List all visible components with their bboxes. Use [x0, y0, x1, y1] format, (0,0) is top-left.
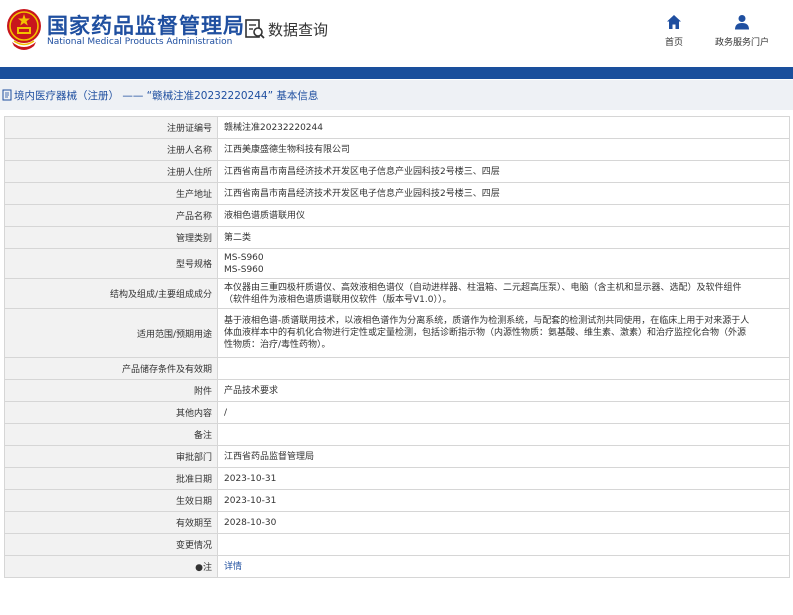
- field-value: 液相色谱质谱联用仪: [217, 204, 790, 227]
- field-value-line: 江西省南昌市南昌经济技术开发区电子信息产业园科技2号楼三、四层: [224, 166, 500, 177]
- field-label: 产品储存条件及有效期: [4, 357, 218, 380]
- field-value-line: 本仪器由三重四极杆质谱仪、高效液相色谱仪（自动进样器、柱温箱、二元超高压泵）、电…: [224, 282, 742, 293]
- field-label: 结构及组成/主要组成成分: [4, 278, 218, 309]
- field-value: [217, 533, 790, 556]
- nav-service-label: 政务服务门户: [714, 38, 769, 48]
- field-label: 审批部门: [4, 445, 218, 468]
- field-value-line: /: [224, 407, 228, 418]
- table-row: 审批部门 江西省药品监督管理局: [4, 445, 790, 468]
- table-row: ●注 详情: [4, 555, 790, 578]
- field-value-line: （软件组件为液相色谱质谱联用仪软件（版本号V1.0））。: [224, 294, 452, 305]
- field-value: [217, 423, 790, 446]
- field-label: 型号规格: [4, 248, 218, 279]
- field-value: 第二类: [217, 226, 790, 249]
- field-value-line: 江西省南昌市南昌经济技术开发区电子信息产业园科技2号楼三、四层: [224, 188, 500, 199]
- field-value: 江西省南昌市南昌经济技术开发区电子信息产业园科技2号楼三、四层: [217, 182, 790, 205]
- field-value-line: 第二类: [224, 232, 252, 243]
- table-row: 有效期至 2028-10-30: [4, 511, 790, 534]
- field-label: 管理类别: [4, 226, 218, 249]
- field-value: 详情: [217, 555, 790, 578]
- field-value: [217, 357, 790, 380]
- field-value: 江西省南昌市南昌经济技术开发区电子信息产业园科技2号楼三、四层: [217, 160, 790, 183]
- field-value-line: 液相色谱质谱联用仪: [224, 210, 306, 221]
- field-value: 江西美康盛德生物科技有限公司: [217, 138, 790, 161]
- data-query-link[interactable]: 数据查询: [244, 18, 328, 40]
- field-label: 生产地址: [4, 182, 218, 205]
- field-value-line: 2023-10-31: [224, 473, 277, 484]
- document-icon: [2, 89, 12, 101]
- nav-home[interactable]: 首页: [660, 14, 688, 48]
- field-value: 本仪器由三重四极杆质谱仪、高效液相色谱仪（自动进样器、柱温箱、二元超高压泵）、电…: [217, 278, 790, 309]
- breadcrumb: 境内医疗器械（注册） —— “赣械注准20232220244” 基本信息: [0, 80, 793, 110]
- field-label: 适用范围/预期用途: [4, 308, 218, 358]
- breadcrumb-text: 境内医疗器械（注册） —— “赣械注准20232220244” 基本信息: [14, 89, 319, 102]
- table-row: 产品储存条件及有效期: [4, 357, 790, 380]
- field-label: 附件: [4, 379, 218, 402]
- field-label: 其他内容: [4, 401, 218, 424]
- nav-service-portal[interactable]: 政务服务门户: [710, 14, 774, 48]
- field-value: /: [217, 401, 790, 424]
- field-value: 2023-10-31: [217, 489, 790, 512]
- field-value-line: 2028-10-30: [224, 517, 277, 528]
- national-emblem-icon: [7, 9, 41, 50]
- site-subtitle: National Medical Products Administration: [47, 37, 233, 47]
- table-row: 型号规格 MS-S960 MS-S960: [4, 248, 790, 279]
- field-value-line: 赣械注准20232220244: [224, 122, 323, 133]
- field-label: 注册人名称: [4, 138, 218, 161]
- table-row: 生产地址 江西省南昌市南昌经济技术开发区电子信息产业园科技2号楼三、四层: [4, 182, 790, 205]
- data-query-label: 数据查询: [268, 20, 329, 39]
- field-value-line: MS-S960: [224, 264, 264, 275]
- field-label: 变更情况: [4, 533, 218, 556]
- field-value-line: MS-S960: [224, 252, 264, 263]
- field-value: 2028-10-30: [217, 511, 790, 534]
- field-label: ●注: [4, 555, 218, 578]
- field-label: 注册证编号: [4, 116, 218, 139]
- table-row: 批准日期 2023-10-31: [4, 467, 790, 490]
- nav-home-label: 首页: [664, 38, 683, 48]
- table-row: 管理类别 第二类: [4, 226, 790, 249]
- field-value: 江西省药品监督管理局: [217, 445, 790, 468]
- field-value-line: 产品技术要求: [224, 385, 279, 396]
- field-value-line: 体血液样本中的有机化合物进行定性或定量检测，包括诊断指示物（内源性物质：氨基酸、…: [224, 328, 747, 338]
- field-value-line: 2023-10-31: [224, 495, 277, 506]
- table-row: 结构及组成/主要组成成分 本仪器由三重四极杆质谱仪、高效液相色谱仪（自动进样器、柱…: [4, 278, 790, 309]
- details-link[interactable]: 详情: [224, 561, 783, 573]
- field-value-line: 基于液相色谱-质谱联用技术，以液相色谱作为分离系统，质谱作为检测系统，与配套的检…: [224, 316, 750, 326]
- site-header: 国家药品监督管理局 National Medical Products Admi…: [0, 0, 793, 66]
- field-label: 有效期至: [4, 511, 218, 534]
- field-value: MS-S960 MS-S960: [217, 248, 790, 279]
- header-bar: [0, 67, 793, 79]
- table-row: 生效日期 2023-10-31: [4, 489, 790, 512]
- field-label: 产品名称: [4, 204, 218, 227]
- field-value: 2023-10-31: [217, 467, 790, 490]
- table-row: 产品名称 液相色谱质谱联用仪: [4, 204, 790, 227]
- table-row: 备注: [4, 423, 790, 446]
- home-icon: [667, 15, 681, 29]
- field-value: 基于液相色谱-质谱联用技术，以液相色谱作为分离系统，质谱作为检测系统，与配套的检…: [217, 308, 790, 358]
- table-row: 注册人名称 江西美康盛德生物科技有限公司: [4, 138, 790, 161]
- field-value-line: 性物质：治疗/毒性药物）。: [224, 340, 331, 350]
- user-icon: [735, 15, 749, 30]
- field-label: 批准日期: [4, 467, 218, 490]
- table-row: 适用范围/预期用途 基于液相色谱-质谱联用技术，以液相色谱作为分离系统，质谱作为检…: [4, 308, 790, 358]
- field-label: 生效日期: [4, 489, 218, 512]
- table-row: 附件 产品技术要求: [4, 379, 790, 402]
- registration-info-table: 注册证编号 赣械注准20232220244 注册人名称 江西美康盛德生物科技有限公司注…: [4, 116, 790, 578]
- site-title: 国家药品监督管理局: [47, 14, 245, 38]
- field-value: 赣械注准20232220244: [217, 116, 790, 139]
- field-value: 产品技术要求: [217, 379, 790, 402]
- table-row: 其他内容 /: [4, 401, 790, 424]
- field-label: 备注: [4, 423, 218, 446]
- field-label: 注册人住所: [4, 160, 218, 183]
- field-value-line: 江西省药品监督管理局: [224, 451, 315, 462]
- search-document-icon: [245, 19, 265, 39]
- table-row: 注册证编号 赣械注准20232220244: [4, 116, 790, 139]
- table-row: 注册人住所 江西省南昌市南昌经济技术开发区电子信息产业园科技2号楼三、四层: [4, 160, 790, 183]
- field-value-line: 江西美康盛德生物科技有限公司: [224, 144, 351, 155]
- table-row: 变更情况: [4, 533, 790, 556]
